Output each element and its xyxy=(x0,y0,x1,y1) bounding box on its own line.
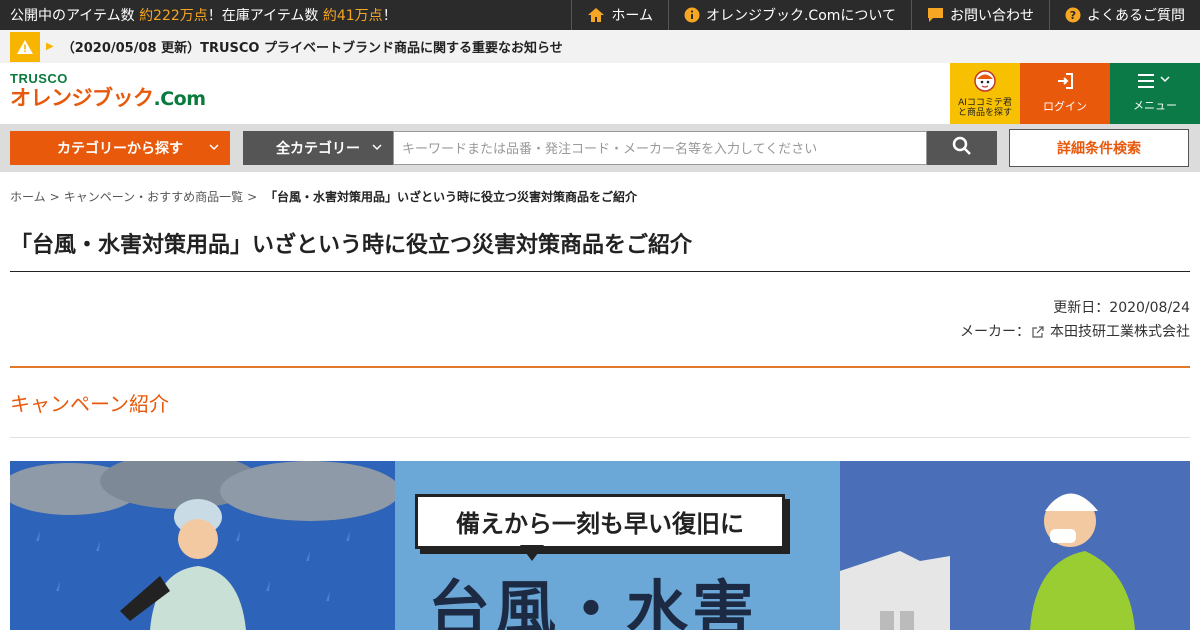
worker-illustration xyxy=(840,493,1135,630)
important-notice[interactable]: ▶ （2020/05/08 更新）TRUSCO プライベートブランド商品に関する… xyxy=(0,30,1200,63)
stock-suffix: ！ xyxy=(382,8,397,24)
login-label: ログイン xyxy=(1043,100,1087,113)
maker-link[interactable]: 本田技研工業株式会社 xyxy=(1050,324,1190,340)
page-title: 「台風・水害対策用品」いざという時に役立つ災害対策商品をご紹介 xyxy=(10,227,1190,272)
login-icon xyxy=(1057,73,1073,92)
campaign-banner[interactable]: 備えから一刻も早い復旧に 台風・水害 xyxy=(10,461,1190,630)
breadcrumb-home[interactable]: ホーム xyxy=(10,190,46,204)
logo-brand: TRUSCO xyxy=(10,71,68,86)
category-browse-label: カテゴリーから探す xyxy=(57,141,183,157)
notice-text[interactable]: （2020/05/08 更新）TRUSCO プライベートブランド商品に関する重要… xyxy=(62,37,563,56)
maker-label: メーカー： xyxy=(960,324,1030,340)
updated-date: 更新日：2020/08/24 xyxy=(1053,300,1190,316)
category-select-value: 全カテゴリー xyxy=(276,141,360,157)
search-input[interactable] xyxy=(393,131,927,165)
section-title: キャンペーン紹介 xyxy=(10,388,1190,438)
nav-faq-label: よくあるご質問 xyxy=(1087,8,1185,24)
breadcrumb: ホーム > キャンペーン・おすすめ商品一覧 > 「台風・水害対策用品」いざという時に役… xyxy=(10,190,638,204)
search-submit-button[interactable] xyxy=(927,131,997,165)
question-icon: ? xyxy=(1065,7,1081,23)
detail-search-button[interactable]: 詳細条件検索 xyxy=(1009,129,1189,167)
breadcrumb-campaigns[interactable]: キャンペーン・おすすめ商品一覧 xyxy=(64,190,243,204)
login-button[interactable]: ログイン xyxy=(1020,63,1110,124)
nav-contact-label: お問い合わせ xyxy=(950,8,1034,24)
instock-item-count: 約41万点 xyxy=(322,8,383,24)
site-header: TRUSCO オレンジブック.Com AIココミテ君と商品を探す ログイン メニ… xyxy=(0,63,1200,124)
nav-home-label: ホーム xyxy=(611,8,653,24)
nav-contact-link[interactable]: お問い合わせ xyxy=(911,0,1049,30)
ai-search-label: AIココミテ君と商品を探す xyxy=(957,97,1012,118)
search-bar: カテゴリーから探す 全カテゴリー 詳細条件検索 xyxy=(0,124,1200,172)
rain-illustration xyxy=(10,461,395,630)
chevron-down-icon xyxy=(371,141,383,157)
category-select[interactable]: 全カテゴリー xyxy=(243,131,393,165)
ai-mascot-icon xyxy=(974,69,996,95)
menu-label: メニュー xyxy=(1133,99,1177,112)
nav-about-link[interactable]: オレンジブック.Comについて xyxy=(667,0,911,30)
stock-prefix: 公開中のアイテム数 xyxy=(10,8,135,24)
home-icon xyxy=(587,7,605,23)
warning-icon xyxy=(10,31,40,62)
detail-search-label: 詳細条件検索 xyxy=(1057,141,1141,157)
item-count-text: 公開中のアイテム数 約222万点！在庫アイテム数 約41万点！ xyxy=(0,5,571,25)
caret-right-icon: ▶ xyxy=(46,41,54,52)
external-link-icon xyxy=(1032,322,1044,346)
search-icon xyxy=(952,136,972,160)
svg-text:?: ? xyxy=(1070,9,1076,22)
category-browse-button[interactable]: カテゴリーから探す xyxy=(10,131,230,165)
banner-right-panel xyxy=(840,461,1190,630)
nav-about-label: オレンジブック.Comについて xyxy=(705,8,896,24)
menu-button[interactable]: メニュー xyxy=(1110,63,1200,124)
info-icon xyxy=(684,7,700,23)
chat-icon xyxy=(927,7,944,23)
chevron-down-icon xyxy=(208,141,220,157)
stock-mid: ！在庫アイテム数 xyxy=(207,8,319,24)
top-bar: 公開中のアイテム数 約222万点！在庫アイテム数 約41万点！ ホーム オレンジ… xyxy=(0,0,1200,30)
logo-com: .Com xyxy=(153,88,207,110)
banner-headline: 台風・水害 xyxy=(428,573,759,630)
breadcrumb-current: 「台風・水害対策用品」いざという時に役立つ災害対策商品をご紹介 xyxy=(265,190,638,204)
site-logo[interactable]: TRUSCO オレンジブック.Com xyxy=(0,63,950,124)
nav-faq-link[interactable]: ? よくあるご質問 xyxy=(1049,0,1200,30)
hamburger-icon xyxy=(1138,74,1172,91)
page-meta: 更新日：2020/08/24 メーカー： 本田技研工業株式会社 xyxy=(0,272,1200,346)
public-item-count: 約222万点 xyxy=(139,8,208,24)
campaign-section: キャンペーン紹介 xyxy=(10,366,1190,438)
banner-bubble: 備えから一刻も早い復旧に xyxy=(415,494,785,549)
ai-search-button[interactable]: AIココミテ君と商品を探す xyxy=(950,63,1020,124)
nav-home-link[interactable]: ホーム xyxy=(571,0,668,30)
logo-name: オレンジブック xyxy=(10,86,154,110)
